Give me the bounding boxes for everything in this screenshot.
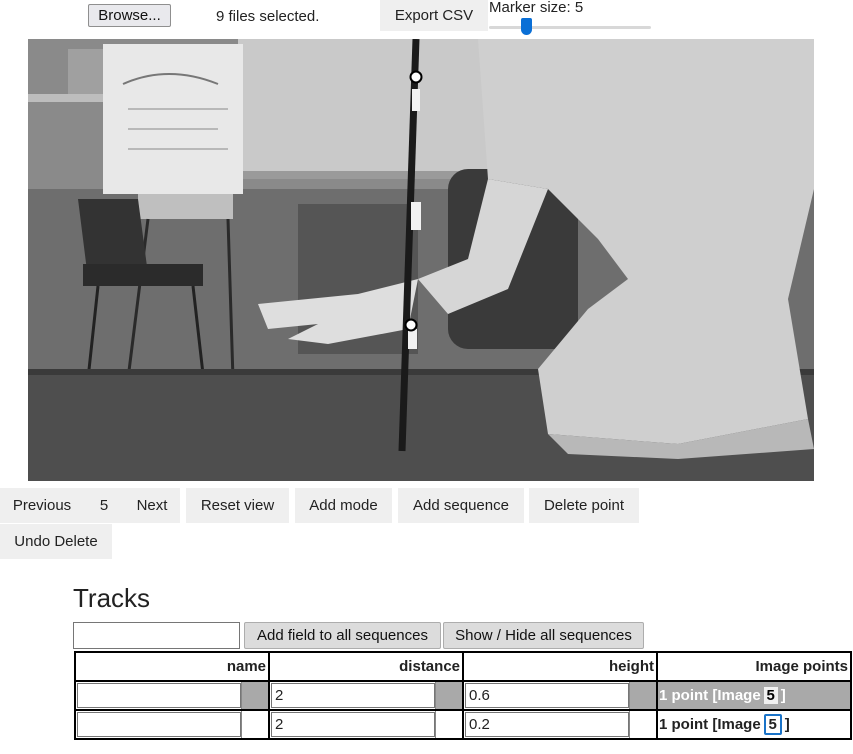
- color-swatch[interactable]: [435, 682, 462, 709]
- show-hide-button[interactable]: Show / Hide all sequences: [443, 622, 644, 649]
- name-input[interactable]: [77, 712, 241, 737]
- browse-button[interactable]: Browse...: [88, 4, 171, 27]
- previous-button[interactable]: Previous: [0, 488, 84, 523]
- add-field-label: Add field to all sequences: [257, 627, 428, 644]
- undo-delete-button[interactable]: Undo Delete: [0, 524, 112, 559]
- add-mode-label: Add mode: [309, 497, 378, 514]
- image-index-value: 5: [99, 497, 109, 514]
- reset-view-button[interactable]: Reset view: [186, 488, 289, 523]
- column-header-name: name: [74, 651, 270, 682]
- track-marker-1[interactable]: [409, 70, 423, 84]
- reset-view-label: Reset view: [200, 497, 275, 514]
- next-button[interactable]: Next: [124, 488, 180, 523]
- color-swatch[interactable]: [241, 711, 268, 738]
- image-points-cell[interactable]: 1 point [Image 5 ]: [658, 682, 850, 709]
- delete-point-button[interactable]: Delete point: [529, 488, 639, 523]
- points-image-number[interactable]: 5: [763, 687, 778, 704]
- points-prefix: 1 point [Image: [659, 716, 761, 733]
- name-input[interactable]: [77, 683, 241, 708]
- color-swatch[interactable]: [629, 711, 656, 738]
- table-row: 2 0.6 1 point [Image 5 ]: [74, 680, 852, 711]
- table-header-row: name distance height Image points: [74, 651, 852, 682]
- undo-delete-label: Undo Delete: [14, 533, 98, 550]
- show-hide-label: Show / Hide all sequences: [455, 627, 632, 644]
- points-suffix: ]: [780, 687, 786, 704]
- image-viewer[interactable]: [28, 39, 814, 481]
- export-csv-button[interactable]: Export CSV: [380, 0, 488, 31]
- marker-size-label: Marker size: 5: [489, 0, 584, 16]
- points-image-number[interactable]: 5: [763, 714, 782, 735]
- delete-point-label: Delete point: [543, 497, 625, 514]
- track-marker-2[interactable]: [404, 318, 418, 332]
- files-status: 9 files selected.: [216, 7, 320, 25]
- previous-label: Previous: [12, 497, 72, 514]
- slider-track: [489, 26, 651, 29]
- tracks-table: name distance height Image points 2 0.6 …: [74, 651, 852, 740]
- distance-input[interactable]: 2: [271, 683, 435, 708]
- browse-button-label: Browse...: [98, 7, 161, 24]
- color-swatch[interactable]: [435, 711, 462, 738]
- color-swatch[interactable]: [629, 682, 656, 709]
- points-suffix: ]: [784, 716, 790, 733]
- add-sequence-button[interactable]: Add sequence: [398, 488, 524, 523]
- image-points-cell[interactable]: 1 point [Image 5 ]: [658, 711, 850, 738]
- column-header-distance: distance: [268, 651, 464, 682]
- marker-size-slider[interactable]: [489, 18, 651, 36]
- distance-input[interactable]: 2: [271, 712, 435, 737]
- export-csv-label: Export CSV: [394, 7, 474, 24]
- add-field-button[interactable]: Add field to all sequences: [244, 622, 441, 649]
- tracks-heading: Tracks: [73, 583, 151, 613]
- next-label: Next: [136, 497, 168, 514]
- image-index: 5: [84, 488, 124, 523]
- column-header-height: height: [462, 651, 658, 682]
- grayscale-photo-icon: [28, 39, 814, 481]
- column-header-image-points: Image points: [656, 651, 852, 682]
- slider-thumb[interactable]: [521, 18, 532, 35]
- new-field-input[interactable]: [73, 622, 240, 649]
- add-sequence-label: Add sequence: [413, 497, 509, 514]
- height-input[interactable]: 0.2: [465, 712, 629, 737]
- add-mode-button[interactable]: Add mode: [295, 488, 392, 523]
- points-prefix: 1 point [Image: [659, 687, 761, 704]
- height-input[interactable]: 0.6: [465, 683, 629, 708]
- table-row: 2 0.2 1 point [Image 5 ]: [74, 709, 852, 740]
- color-swatch[interactable]: [241, 682, 268, 709]
